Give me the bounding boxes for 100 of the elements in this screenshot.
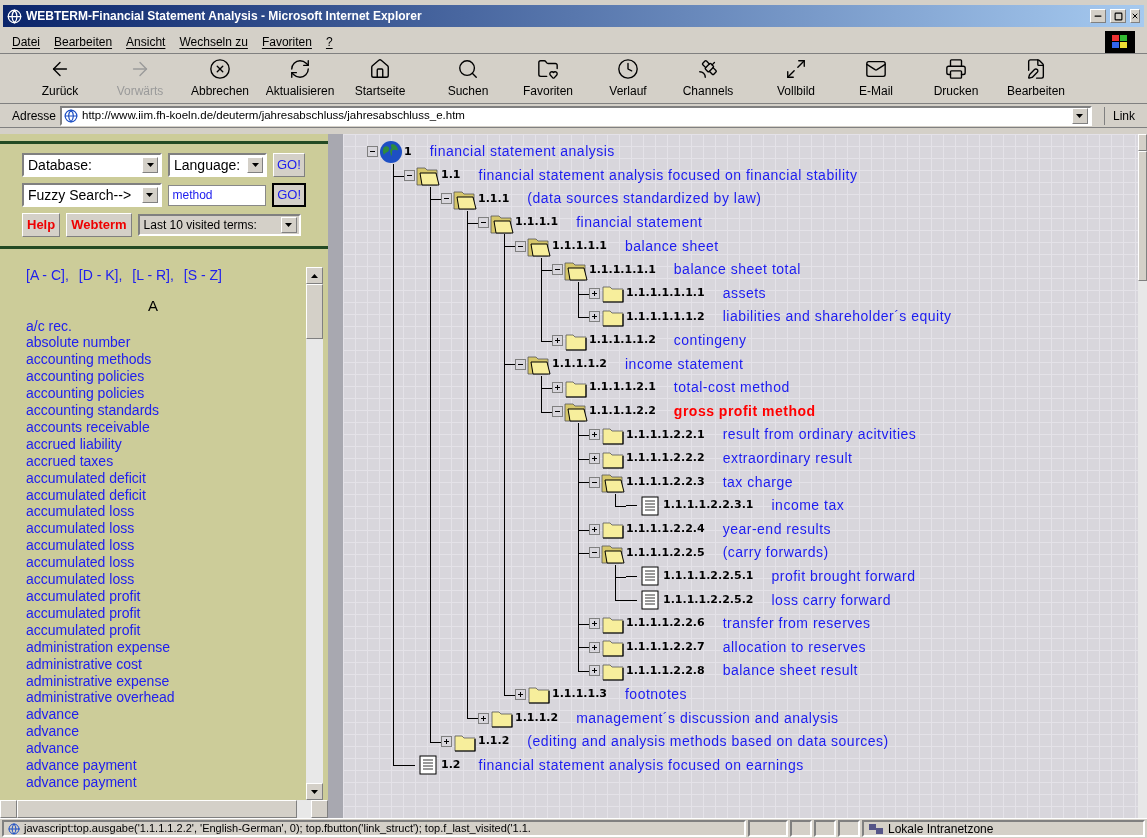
term-link[interactable]: accounting policies: [26, 368, 306, 386]
toolbar-button[interactable]: Aktualisieren: [260, 57, 340, 100]
node-link[interactable]: assets: [722, 282, 767, 304]
term-link[interactable]: accounting methods: [26, 351, 306, 369]
term-link[interactable]: accumulated loss: [26, 503, 306, 521]
term-link[interactable]: accumulated profit: [26, 588, 306, 605]
toolbar-button[interactable]: Drucken: [916, 57, 996, 100]
expand-toggle[interactable]: [589, 429, 600, 441]
term-link[interactable]: administration expense: [26, 638, 306, 656]
collapse-toggle[interactable]: [478, 217, 489, 229]
maximize-button[interactable]: [1110, 9, 1126, 23]
collapse-toggle[interactable]: [552, 264, 563, 276]
term-link[interactable]: accrued liability: [26, 435, 306, 453]
scroll-left-button[interactable]: [0, 800, 17, 818]
database-select[interactable]: Database:: [22, 153, 162, 177]
scroll-right-button[interactable]: [311, 800, 328, 818]
expand-toggle[interactable]: [589, 287, 600, 299]
range-link[interactable]: [D - K],: [78, 265, 123, 286]
term-link[interactable]: advance: [26, 723, 306, 741]
visited-terms-select[interactable]: Last 10 visited terms:: [137, 214, 301, 236]
range-link[interactable]: [A - C],: [26, 265, 69, 286]
menu-item[interactable]: Ansicht: [126, 32, 166, 51]
term-link[interactable]: advance: [26, 706, 306, 724]
term-link[interactable]: advance payment: [26, 757, 306, 774]
minimize-button[interactable]: [1090, 9, 1106, 23]
expand-toggle[interactable]: [589, 523, 600, 535]
toolbar-button[interactable]: Bearbeiten: [996, 57, 1076, 100]
links-button[interactable]: Link: [1104, 106, 1135, 125]
node-link[interactable]: total-cost method: [673, 377, 790, 399]
term-link[interactable]: accounting standards: [26, 402, 306, 419]
toolbar-button[interactable]: Suchen: [428, 57, 508, 100]
term-link[interactable]: accounts receivable: [26, 418, 306, 436]
term-link[interactable]: accrued taxes: [26, 452, 306, 470]
toolbar-button[interactable]: Channels: [668, 57, 748, 100]
expand-toggle[interactable]: [441, 736, 452, 748]
term-link[interactable]: accumulated profit: [26, 621, 306, 639]
toolbar-button[interactable]: Verlauf: [588, 57, 668, 100]
term-link[interactable]: administrative cost: [26, 655, 306, 673]
expand-toggle[interactable]: [515, 688, 526, 700]
expand-toggle[interactable]: [478, 712, 489, 724]
node-link[interactable]: tax charge: [722, 471, 794, 493]
expand-toggle[interactable]: [589, 311, 600, 323]
expand-toggle[interactable]: [589, 665, 600, 677]
term-link[interactable]: accounting policies: [26, 385, 306, 403]
node-link[interactable]: contingeny: [673, 330, 747, 352]
search-mode-select[interactable]: Fuzzy Search-->: [22, 183, 162, 207]
go-button[interactable]: GO!: [272, 183, 306, 207]
node-link[interactable]: financial statement analysis: [429, 141, 615, 163]
node-link[interactable]: financial statement: [576, 212, 703, 234]
term-link[interactable]: advance payment: [26, 773, 306, 791]
node-link[interactable]: (editing and analysis methods based on data sources): [527, 731, 889, 753]
scroll-thumb[interactable]: [306, 284, 323, 339]
node-link[interactable]: (carry forwards): [722, 542, 829, 564]
term-link[interactable]: accumulated loss: [26, 554, 306, 572]
node-link[interactable]: income statement: [625, 353, 744, 375]
expand-toggle[interactable]: [589, 641, 600, 653]
node-link[interactable]: transfer from reserves: [722, 613, 871, 635]
term-link[interactable]: accumulated deficit: [26, 469, 306, 487]
webterm-button[interactable]: Webterm: [66, 213, 132, 237]
collapse-toggle[interactable]: [404, 169, 415, 181]
collapse-toggle[interactable]: [589, 476, 600, 488]
range-link[interactable]: [S - Z]: [183, 265, 222, 286]
help-button[interactable]: Help: [22, 213, 61, 237]
collapse-toggle[interactable]: [589, 547, 600, 559]
expand-toggle[interactable]: [552, 382, 563, 394]
node-link[interactable]: (data sources standardized by law): [527, 188, 762, 210]
node-link[interactable]: year-end results: [722, 518, 832, 540]
vertical-scrollbar[interactable]: [1138, 134, 1147, 818]
scroll-up-button[interactable]: [306, 267, 323, 284]
node-link[interactable]: balance sheet result: [722, 660, 858, 682]
node-link[interactable]: liabilities and shareholder´s equity: [722, 306, 952, 328]
term-link[interactable]: accumulated loss: [26, 537, 306, 555]
expand-toggle[interactable]: [589, 453, 600, 464]
toolbar-button[interactable]: Vollbild: [756, 57, 836, 100]
collapse-toggle[interactable]: [515, 240, 526, 252]
toolbar-button[interactable]: Startseite: [340, 57, 420, 100]
collapse-toggle[interactable]: [552, 405, 563, 417]
term-link[interactable]: accumulated loss: [26, 571, 306, 588]
menu-item[interactable]: ?: [325, 32, 333, 51]
toolbar-button[interactable]: Favoriten: [508, 57, 588, 100]
language-select[interactable]: Language:: [168, 153, 267, 177]
menu-item[interactable]: Bearbeiten: [54, 32, 113, 51]
expand-toggle[interactable]: [589, 618, 600, 630]
close-button[interactable]: [1130, 9, 1140, 23]
toolbar-button[interactable]: E-Mail: [836, 57, 916, 100]
term-link[interactable]: administrative overhead: [26, 689, 306, 707]
node-link[interactable]: allocation to reserves: [722, 636, 866, 658]
node-link[interactable]: extraordinary result: [722, 448, 853, 469]
scroll-down-button[interactable]: [306, 783, 323, 800]
address-field[interactable]: http://www.iim.fh-koeln.de/deuterm/jahresabschluss/jahresabschluss_e.htm: [60, 105, 1092, 126]
term-link[interactable]: advance: [26, 740, 306, 758]
node-link[interactable]: profit brought forward: [771, 566, 916, 587]
node-link[interactable]: balance sheet total: [673, 259, 801, 281]
expand-toggle[interactable]: [552, 335, 563, 347]
node-link[interactable]: management´s discussion and analysis: [576, 707, 839, 729]
node-link[interactable]: result from ordinary acitvities: [722, 424, 917, 446]
term-link[interactable]: administrative expense: [26, 672, 306, 690]
node-link[interactable]: loss carry forward: [771, 589, 891, 611]
term-link[interactable]: a/c rec.: [26, 317, 306, 335]
scroll-thumb[interactable]: [1138, 151, 1147, 281]
